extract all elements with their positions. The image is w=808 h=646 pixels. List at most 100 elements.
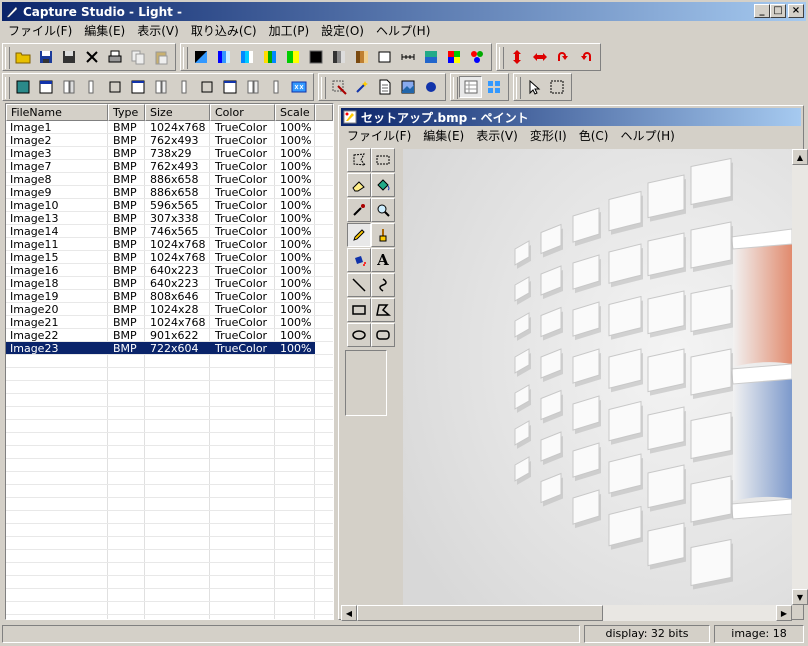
flip-horizontal-icon[interactable] bbox=[528, 46, 551, 68]
tile bbox=[647, 348, 685, 393]
paint-menu-colors[interactable]: 色(C) bbox=[573, 127, 615, 144]
capture-column-icon[interactable] bbox=[172, 76, 195, 98]
document-icon[interactable] bbox=[373, 76, 396, 98]
line-icon[interactable] bbox=[347, 273, 371, 297]
text-tool-icon[interactable]: A bbox=[371, 248, 395, 272]
mosaic-icon[interactable] bbox=[419, 46, 442, 68]
menu-capture[interactable]: 取り込み(C) bbox=[185, 22, 263, 39]
row-gridline bbox=[6, 263, 333, 264]
menu-help[interactable]: ヘルプ(H) bbox=[370, 22, 436, 39]
pointer-icon[interactable] bbox=[522, 76, 545, 98]
polygon-icon[interactable] bbox=[371, 298, 395, 322]
paint-menu-help[interactable]: ヘルプ(H) bbox=[614, 127, 680, 144]
capture-screen-icon[interactable] bbox=[11, 76, 34, 98]
capture-client-icon[interactable] bbox=[57, 76, 80, 98]
color-green-icon[interactable] bbox=[281, 46, 304, 68]
thumbnail-view-icon[interactable] bbox=[482, 76, 505, 98]
magnifier-icon[interactable] bbox=[371, 198, 395, 222]
copy-icon[interactable] bbox=[126, 46, 149, 68]
tool-options-box[interactable] bbox=[345, 350, 387, 416]
menu-edit[interactable]: 編集(E) bbox=[78, 22, 131, 39]
maximize-button[interactable]: □ bbox=[770, 4, 786, 18]
capture-frame-icon[interactable] bbox=[195, 76, 218, 98]
color-yellow-icon[interactable] bbox=[258, 46, 281, 68]
color-cyan-icon[interactable] bbox=[235, 46, 258, 68]
border-icon[interactable] bbox=[373, 46, 396, 68]
paste-icon[interactable] bbox=[149, 46, 172, 68]
col-header-scale[interactable]: Scale bbox=[275, 104, 315, 121]
color-black-icon[interactable] bbox=[304, 46, 327, 68]
rounded-rect-icon[interactable] bbox=[371, 323, 395, 347]
minimize-button[interactable]: _ bbox=[754, 4, 770, 18]
capture-titled2-icon[interactable] bbox=[218, 76, 241, 98]
delete-icon[interactable] bbox=[80, 46, 103, 68]
menu-view[interactable]: 表示(V) bbox=[131, 22, 185, 39]
curve-icon[interactable] bbox=[371, 273, 395, 297]
fill-bucket-icon[interactable] bbox=[371, 173, 395, 197]
select-rect-icon[interactable] bbox=[545, 76, 568, 98]
capture-window-icon[interactable] bbox=[34, 76, 57, 98]
rotate-right-icon[interactable] bbox=[574, 46, 597, 68]
clipboard-capture-icon[interactable] bbox=[327, 76, 350, 98]
tile bbox=[690, 411, 732, 460]
row-gridline bbox=[6, 393, 333, 394]
eraser-icon[interactable] bbox=[347, 173, 371, 197]
rotate-left-icon[interactable] bbox=[551, 46, 574, 68]
paint-canvas[interactable] bbox=[403, 149, 792, 605]
capture-rect-icon[interactable] bbox=[103, 76, 126, 98]
rect-select-icon[interactable] bbox=[371, 148, 395, 172]
capture-pane-icon[interactable] bbox=[149, 76, 172, 98]
scroll-down-icon[interactable]: ▼ bbox=[792, 589, 808, 605]
menu-settings[interactable]: 設定(O) bbox=[315, 22, 370, 39]
save-icon[interactable] bbox=[34, 46, 57, 68]
brush-icon[interactable] bbox=[371, 223, 395, 247]
row-gridline bbox=[6, 575, 333, 576]
print-icon[interactable] bbox=[103, 46, 126, 68]
palette-icon[interactable] bbox=[442, 46, 465, 68]
paint-menu-view[interactable]: 表示(V) bbox=[470, 127, 524, 144]
paint-menu-image[interactable]: 変形(I) bbox=[524, 127, 573, 144]
col-header-size[interactable]: Size bbox=[145, 104, 210, 121]
menu-process[interactable]: 加工(P) bbox=[263, 22, 316, 39]
flip-vertical-icon[interactable] bbox=[505, 46, 528, 68]
color-blue-icon[interactable] bbox=[212, 46, 235, 68]
details-view-icon[interactable] bbox=[459, 76, 482, 98]
vertical-scrollbar[interactable]: ▲ ▼ bbox=[792, 149, 808, 605]
record-icon[interactable] bbox=[419, 76, 442, 98]
scroll-right-icon[interactable]: ▶ bbox=[776, 605, 792, 621]
scroll-thumb[interactable] bbox=[357, 605, 603, 621]
col-header-filename[interactable]: FileName bbox=[6, 104, 108, 121]
capture-area-icon[interactable] bbox=[80, 76, 103, 98]
scroll-up-icon[interactable]: ▲ bbox=[792, 149, 808, 165]
ellipse-icon[interactable] bbox=[347, 323, 371, 347]
rectangle-icon[interactable] bbox=[347, 298, 371, 322]
color-gray-icon[interactable] bbox=[327, 46, 350, 68]
airbrush-icon[interactable] bbox=[347, 248, 371, 272]
capture-titled-icon[interactable] bbox=[126, 76, 149, 98]
row-gridline bbox=[6, 510, 333, 511]
open-folder-icon[interactable] bbox=[11, 46, 34, 68]
directx-icon[interactable] bbox=[287, 76, 310, 98]
magic-select-icon[interactable] bbox=[350, 76, 373, 98]
image-window-icon[interactable] bbox=[396, 76, 419, 98]
menu-file[interactable]: ファイル(F) bbox=[2, 22, 78, 39]
pencil-icon[interactable] bbox=[347, 223, 371, 247]
capture-column2-icon[interactable] bbox=[264, 76, 287, 98]
horizontal-scrollbar[interactable]: ◀ ▶ bbox=[341, 605, 792, 621]
free-select-icon[interactable] bbox=[347, 148, 371, 172]
close-button[interactable]: × bbox=[788, 4, 804, 18]
col-header-color[interactable]: Color bbox=[210, 104, 275, 121]
toolbar-row-2 bbox=[2, 72, 806, 102]
resize-icon[interactable] bbox=[396, 46, 419, 68]
color-sepia-icon[interactable] bbox=[350, 46, 373, 68]
scroll-left-icon[interactable]: ◀ bbox=[341, 605, 357, 621]
color-balls-icon[interactable] bbox=[465, 46, 488, 68]
capture-pane2-icon[interactable] bbox=[241, 76, 264, 98]
paint-menu-edit[interactable]: 編集(E) bbox=[417, 127, 470, 144]
color-invert-icon[interactable] bbox=[189, 46, 212, 68]
save-as-icon[interactable] bbox=[57, 46, 80, 68]
row-gridline bbox=[6, 471, 333, 472]
color-picker-icon[interactable] bbox=[347, 198, 371, 222]
paint-menu-file[interactable]: ファイル(F) bbox=[341, 127, 417, 144]
col-header-type[interactable]: Type bbox=[108, 104, 145, 121]
